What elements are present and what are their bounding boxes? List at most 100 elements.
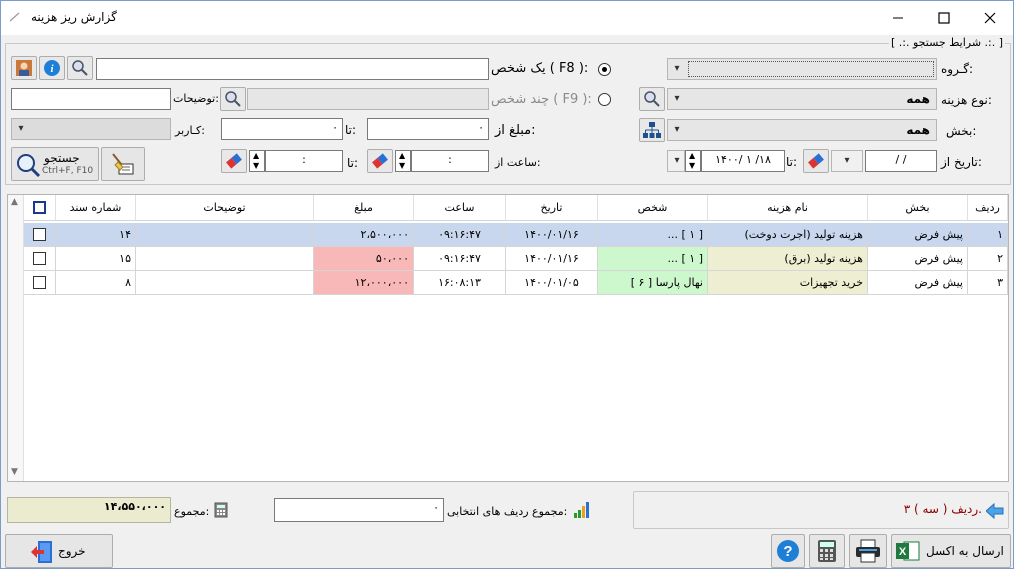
time-to-label: تا: — [347, 156, 359, 170]
column-header-cost-name[interactable]: نام هزینه — [708, 195, 868, 221]
cell-section: پیش فرض — [868, 271, 968, 295]
cell-time: ۰۹:۱۶:۴۷ — [414, 247, 506, 271]
cost-type-search-button[interactable] — [639, 87, 665, 111]
search-icon — [72, 60, 88, 76]
person-card-button[interactable] — [11, 56, 37, 80]
section-tree-button[interactable] — [639, 118, 665, 142]
calculator-button[interactable] — [809, 534, 845, 568]
column-header-section[interactable]: بخش — [868, 195, 968, 221]
help-button[interactable]: ? — [771, 534, 805, 568]
chevron-up-icon: ▲ — [253, 151, 260, 160]
date-to-spinner[interactable]: ▲ ▼ — [685, 150, 701, 172]
cell-description — [136, 247, 314, 271]
row-count-text: ۳ ( سه ) ردیف. — [903, 502, 982, 516]
date-from-clear-button[interactable] — [803, 149, 829, 173]
cost-type-value: همه — [906, 92, 930, 106]
date-from-dropdown[interactable]: ▾ — [831, 150, 863, 172]
maximize-button[interactable] — [921, 1, 967, 33]
chevron-down-icon: ▾ — [674, 63, 680, 74]
row-checkbox[interactable] — [33, 252, 46, 265]
single-person-label: یک شخص ( F8 ): — [491, 61, 589, 76]
time-to-spinner[interactable]: ▲ ▼ — [249, 150, 265, 172]
exit-label: خروج — [58, 544, 86, 558]
chevron-up-icon: ▲ — [11, 197, 18, 207]
chevron-down-icon: ▾ — [18, 123, 24, 134]
column-header-amount[interactable]: مبلغ — [314, 195, 414, 221]
cell-cost-name: هزینه تولید (برق) — [708, 247, 868, 271]
date-to-label: تا: — [786, 155, 798, 169]
time-to-input[interactable]: : — [265, 150, 343, 172]
bar-chart-icon — [574, 502, 589, 518]
eraser-icon — [808, 153, 824, 169]
vertical-scrollbar[interactable]: ▲ ▼ — [8, 195, 24, 481]
group-combo[interactable]: ▾ — [667, 58, 937, 80]
magnifier-icon — [17, 154, 41, 178]
column-header-document-number[interactable]: شماره سند — [56, 195, 136, 221]
minimize-button[interactable] — [875, 1, 921, 33]
search-button[interactable]: جستجو Ctrl+F, F10 — [11, 147, 99, 181]
cell-person: ... [ ۱ ] — [598, 247, 708, 271]
chevron-down-icon: ▾ — [674, 155, 680, 166]
app-icon — [9, 11, 21, 23]
exit-button[interactable]: خروج — [5, 534, 113, 568]
date-to-dropdown[interactable]: ▾ — [667, 150, 685, 172]
amount-from-input[interactable]: ۰ — [367, 118, 489, 140]
user-combo[interactable]: ▾ — [11, 118, 171, 140]
time-to-clear-button[interactable] — [221, 149, 247, 173]
description-input[interactable] — [11, 88, 171, 110]
chevron-up-icon: ▲ — [399, 151, 406, 160]
row-checkbox[interactable] — [33, 276, 46, 289]
clear-filters-button[interactable] — [101, 147, 145, 181]
row-checkbox-cell[interactable] — [24, 223, 56, 247]
date-to-input[interactable]: ۱۴۰۰/ ۱ /۱۸ — [701, 150, 785, 172]
person-info-button[interactable]: i — [39, 56, 65, 80]
cost-type-combo[interactable]: ▾ همه — [667, 88, 937, 110]
row-checkbox-cell[interactable] — [24, 247, 56, 271]
column-header-date[interactable]: تاریخ — [506, 195, 598, 221]
cell-section: پیش فرض — [868, 247, 968, 271]
section-value: همه — [906, 123, 930, 137]
calculator-icon — [818, 540, 836, 562]
amount-to-label: تا: — [345, 123, 357, 137]
single-person-input[interactable] — [96, 58, 489, 80]
multi-person-search-button[interactable] — [220, 87, 246, 111]
column-header-row-number[interactable]: ردیف — [968, 195, 1008, 221]
time-from-clear-button[interactable] — [367, 149, 393, 173]
total-value: ۱۴،۵۵۰،۰۰۰ — [7, 497, 171, 523]
column-header-time[interactable]: ساعت — [414, 195, 506, 221]
chevron-down-icon: ▼ — [399, 161, 406, 170]
cell-document-number: ۸ — [56, 271, 136, 295]
section-combo[interactable]: ▾ همه — [667, 119, 937, 141]
amount-to-input[interactable]: ۰ — [221, 118, 343, 140]
date-from-label: تاریخ از: — [941, 155, 982, 169]
row-checkbox-cell[interactable] — [24, 271, 56, 295]
time-from-input[interactable]: : — [411, 150, 489, 172]
info-icon: i — [44, 60, 60, 76]
export-excel-button[interactable]: X ارسال به اکسل — [891, 534, 1011, 568]
person-search-button[interactable] — [67, 56, 93, 80]
select-all-checkbox[interactable] — [33, 201, 46, 214]
column-header-person[interactable]: شخص — [598, 195, 708, 221]
close-button[interactable] — [967, 1, 1013, 33]
exit-icon — [31, 541, 52, 563]
description-label: توضیحات: — [173, 92, 219, 105]
cell-row-number: ۱ — [968, 223, 1008, 247]
multi-person-field[interactable] — [247, 88, 489, 110]
cell-cost-name: هزینه تولید (اجرت دوخت) — [708, 223, 868, 247]
cell-amount: ۱۲،۰۰۰،۰۰۰ — [314, 271, 414, 295]
multi-person-radio[interactable] — [598, 93, 611, 106]
time-from-spinner[interactable]: ▲ ▼ — [395, 150, 411, 172]
hierarchy-icon — [643, 122, 661, 138]
column-header-description[interactable]: توضیحات — [136, 195, 314, 221]
calculator-icon — [214, 502, 228, 518]
svg-text:X: X — [899, 546, 907, 558]
user-card-icon — [16, 60, 32, 76]
single-person-radio[interactable] — [598, 63, 611, 76]
chevron-up-icon: ▲ — [689, 151, 696, 160]
date-from-input[interactable]: / / — [865, 150, 937, 172]
chevron-down-icon: ▼ — [689, 161, 696, 170]
cell-time: ۱۶:۰۸:۱۳ — [414, 271, 506, 295]
print-button[interactable] — [849, 534, 887, 568]
cell-person: ... [ ۱ ] — [598, 223, 708, 247]
row-checkbox[interactable] — [33, 228, 46, 241]
